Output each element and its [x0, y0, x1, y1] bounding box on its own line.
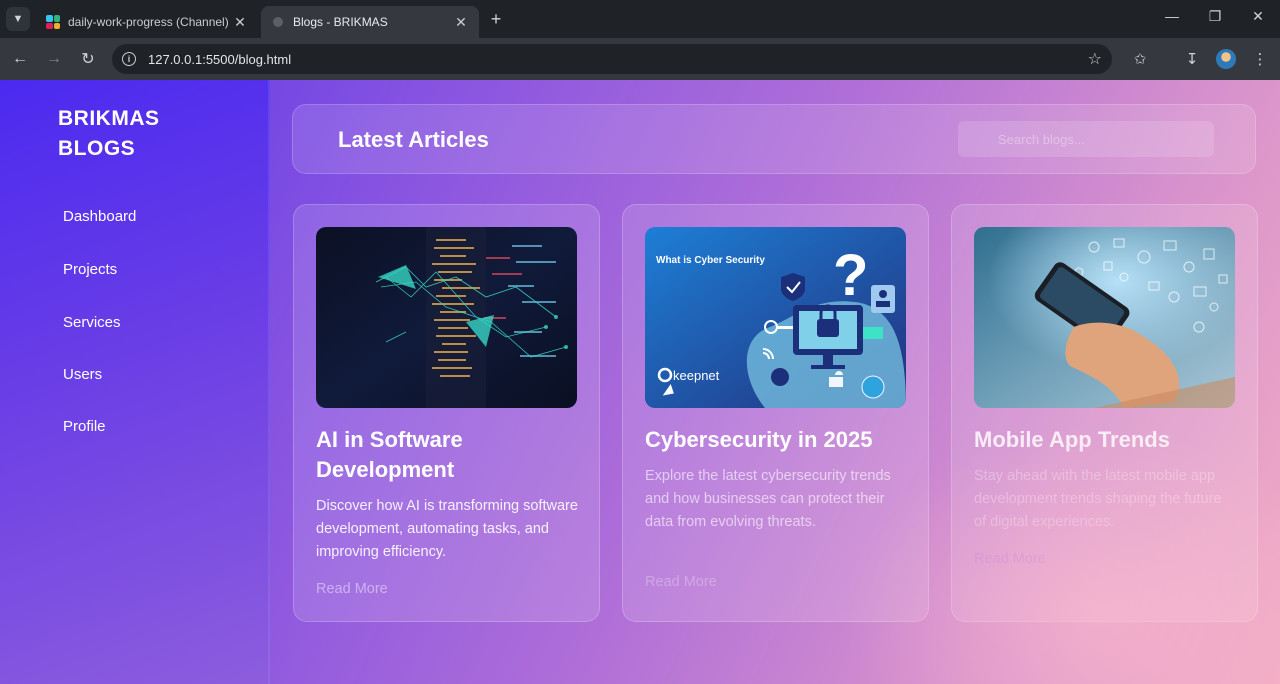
sidebar-item-users[interactable]: Users	[63, 366, 102, 383]
extensions-star-icon[interactable]: ✩	[1129, 48, 1151, 70]
svg-text:?: ?	[833, 243, 868, 308]
minimize-icon[interactable]: —	[1159, 8, 1185, 24]
new-tab-plus-icon[interactable]: +	[486, 9, 506, 29]
reload-icon[interactable]: ↻	[77, 48, 99, 70]
article-card-cybersecurity: ? What is Cyber Security keepnet Cyberse…	[622, 204, 929, 622]
bookmark-star-icon[interactable]: ☆	[1088, 49, 1102, 69]
close-tab-icon[interactable]: ✕	[232, 14, 248, 31]
browser-toolbar: ← → ↻ i 127.0.0.1:5500/blog.html ☆ ✩ ↧ ⋮	[0, 38, 1280, 80]
sidebar-item-services[interactable]: Services	[63, 314, 121, 331]
article-image-ai-code	[316, 227, 577, 408]
article-image-mobile-phone	[974, 227, 1235, 408]
profile-avatar-icon[interactable]	[1216, 49, 1236, 69]
address-bar[interactable]: i 127.0.0.1:5500/blog.html ☆	[112, 44, 1112, 74]
read-more-link[interactable]: Read More	[645, 574, 717, 590]
brand-line-1: BRIKMAS	[58, 107, 160, 130]
header-panel: Latest Articles	[292, 104, 1256, 174]
download-icon[interactable]: ↧	[1181, 48, 1203, 70]
more-menu-icon[interactable]: ⋮	[1249, 48, 1271, 70]
tab-title: daily-work-progress (Channel)	[68, 15, 229, 29]
read-more-link[interactable]: Read More	[316, 581, 388, 597]
keepnet-logo: keepnet	[673, 368, 720, 383]
search-input[interactable]	[958, 121, 1214, 157]
brand-logo-text: BRIKMAS BLOGS	[58, 104, 208, 164]
article-card-mobile: Mobile App Trends Stay ahead with the la…	[951, 204, 1258, 622]
article-card-ai: AI in Software Development Discover how …	[293, 204, 600, 622]
tab-title: Blogs - BRIKMAS	[293, 15, 388, 29]
article-title[interactable]: Cybersecurity in 2025	[645, 425, 907, 455]
sidebar-item-dashboard[interactable]: Dashboard	[63, 208, 136, 225]
article-title[interactable]: AI in Software Development	[316, 425, 578, 485]
restore-window-icon[interactable]: ❐	[1202, 8, 1228, 25]
sidebar-item-profile[interactable]: Profile	[63, 418, 106, 435]
tab-search-chevron-icon[interactable]: ▼	[6, 7, 30, 31]
article-description: Explore the latest cybersecurity trends …	[645, 468, 891, 530]
image-caption: What is Cyber Security	[656, 255, 765, 266]
page-viewport: BRIKMAS BLOGS Dashboard Projects Service…	[0, 80, 1280, 684]
back-arrow-icon[interactable]: ←	[9, 48, 31, 70]
article-title[interactable]: Mobile App Trends	[974, 425, 1236, 455]
tab-daily-work-progress[interactable]: daily-work-progress (Channel) ✕	[36, 6, 258, 38]
article-description: Discover how AI is transforming software…	[316, 498, 578, 560]
sidebar-item-projects[interactable]: Projects	[63, 261, 117, 278]
article-image-cyber-security: ? What is Cyber Security keepnet	[645, 227, 906, 408]
sidebar: BRIKMAS BLOGS Dashboard Projects Service…	[0, 80, 270, 684]
brand-line-2: BLOGS	[58, 137, 136, 160]
read-more-link[interactable]: Read More	[974, 551, 1046, 567]
forward-arrow-icon[interactable]: →	[43, 48, 65, 70]
tab-blogs-brikmas[interactable]: Blogs - BRIKMAS ✕	[261, 6, 479, 38]
slack-icon	[46, 15, 60, 29]
close-tab-icon[interactable]: ✕	[453, 14, 469, 31]
globe-icon	[273, 17, 283, 27]
close-window-icon[interactable]: ✕	[1245, 8, 1271, 25]
address-url: 127.0.0.1:5500/blog.html	[148, 51, 292, 67]
site-info-icon[interactable]: i	[122, 52, 136, 66]
browser-tab-bar: ▼ daily-work-progress (Channel) ✕ Blogs …	[0, 0, 1280, 38]
page-title: Latest Articles	[338, 127, 489, 152]
article-description: Stay ahead with the latest mobile app de…	[974, 468, 1222, 530]
